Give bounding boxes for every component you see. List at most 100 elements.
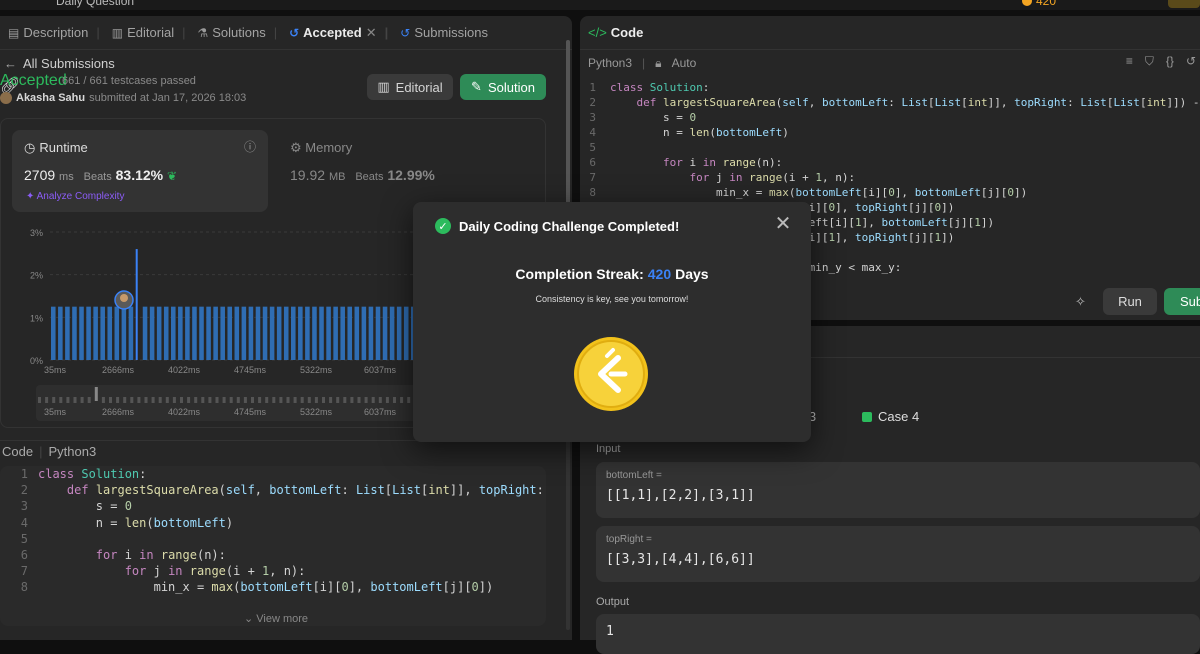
chart-bar[interactable] [206,306,211,360]
chart-bar[interactable] [234,306,240,360]
close-icon[interactable]: ✕ [773,214,793,234]
chart-bar[interactable] [213,306,218,360]
language-select[interactable]: Python3 [588,56,632,70]
mini-x-tick-label: 5322ms [300,407,333,417]
memory-card[interactable]: ⚙ Memory [290,140,352,156]
chart-bar[interactable] [241,306,247,360]
mini-bar [400,397,404,403]
runtime-label: Runtime [39,140,88,155]
chart-bar[interactable] [248,306,254,360]
chart-bar[interactable] [354,306,360,360]
chart-bar[interactable] [100,306,105,360]
chart-bar[interactable] [121,306,127,360]
mini-bar [73,397,77,403]
tab-description[interactable]: ▤ Description | [4,25,104,40]
chart-bar[interactable] [361,306,367,360]
submit-button[interactable]: Sub [1164,288,1200,315]
mini-bar [407,397,411,403]
code-label: Code [2,444,34,459]
code-line: 7 for j in range(i + 1, n): [589,171,856,184]
chart-bar[interactable] [192,306,197,360]
output-label: Output [596,596,630,608]
editorial-button[interactable]: ▥ Editorial [367,74,453,100]
chart-bar[interactable] [276,306,282,360]
chart-bar[interactable] [107,306,113,360]
format-icon[interactable]: ≡ [1126,54,1133,69]
all-submissions-bar[interactable]: ← All Submissions [0,50,572,76]
editor-title: Code [610,25,644,40]
case-4-tab[interactable]: Case 4 [862,409,919,424]
chart-bar[interactable] [396,306,402,360]
chart-bar[interactable] [255,306,261,360]
chart-bar[interactable] [171,306,176,360]
chart-bar[interactable] [326,306,331,360]
chart-bar[interactable] [298,306,303,360]
all-submissions-link[interactable]: All Submissions [23,56,115,71]
chart-bar[interactable] [178,306,183,360]
analyze-complexity-link[interactable]: ✦ Analyze Complexity [26,191,124,202]
code-icon: </> [588,25,607,40]
chart-bar[interactable] [291,306,296,360]
braces-icon[interactable]: {} [1166,54,1174,69]
chart-bar[interactable] [142,306,148,360]
arrow-left-icon[interactable]: ← [4,56,17,71]
chart-bar[interactable] [262,306,268,360]
chart-bar[interactable] [163,306,169,360]
chart-bar[interactable] [58,306,63,360]
chart-bar[interactable] [227,306,233,360]
bookmark-icon[interactable]: ⛉ [1145,54,1154,69]
chart-bar[interactable] [319,306,324,360]
tab-solutions[interactable]: ⚗ Solutions | [193,25,281,40]
author-name[interactable]: Akasha Sahu [16,92,85,104]
info-icon[interactable]: ⓘ [244,138,256,155]
chart-bar[interactable] [333,306,338,360]
code-line: 6 for i in range(n): [20,547,226,562]
mini-bar [87,397,91,403]
mini-bar [123,397,127,403]
ai-assist-icon[interactable]: ✧ [1075,294,1086,310]
chart-bar[interactable] [347,306,353,360]
chart-bar[interactable] [375,306,381,360]
mini-bar [286,397,290,403]
chart-bar[interactable] [185,306,190,360]
runtime-card[interactable]: ◷ Runtime ⓘ 2709 ms Beats 83.12% ❦ ✦ Anal… [12,130,268,212]
chart-bar[interactable] [403,306,409,360]
chart-bar[interactable] [128,306,134,360]
chart-bar[interactable] [156,306,162,360]
daily-question-label[interactable]: Daily Question [56,0,134,8]
chart-bar[interactable] [382,306,388,360]
runtime-value: 2709 ms Beats 83.12% ❦ [24,167,178,183]
run-button[interactable]: Run [1103,288,1157,315]
view-more-button[interactable]: ⌄ View more [244,612,308,625]
memory-label: Memory [305,140,353,155]
chart-bar[interactable] [93,306,98,360]
avatar[interactable] [0,92,12,104]
solution-button[interactable]: ✎ Solution [460,74,546,100]
chart-bar[interactable] [389,306,395,360]
testcases-passed: 661 / 661 testcases passed [62,75,196,87]
tab-editorial[interactable]: ▥ Editorial | [108,25,190,40]
chart-bar[interactable] [340,306,345,360]
chart-bar[interactable] [51,306,56,360]
chart-bar[interactable] [269,306,275,360]
chart-bar[interactable] [86,306,91,360]
chart-bar[interactable] [72,306,77,360]
tab-accepted[interactable]: ↺ Accepted ✕ | [285,25,392,41]
chart-bar[interactable] [283,306,289,360]
leaf-icon: ❦ [167,169,178,183]
chart-bar[interactable] [65,306,70,360]
close-icon[interactable]: ✕ [366,25,377,41]
chart-bar[interactable] [368,306,374,360]
chart-bar[interactable] [79,306,84,360]
chart-bar[interactable] [220,306,225,360]
mini-bar [329,397,333,403]
chart-bar[interactable] [114,306,120,360]
chart-bar[interactable] [199,306,204,360]
reset-icon[interactable]: ↺ [1186,54,1196,69]
chart-bar[interactable] [149,306,155,360]
chart-bar[interactable] [312,306,317,360]
tab-submissions[interactable]: ↺ Submissions [396,25,492,40]
premium-button[interactable] [1168,0,1200,8]
chart-bar[interactable] [305,306,310,360]
chart-bar[interactable] [135,249,138,360]
